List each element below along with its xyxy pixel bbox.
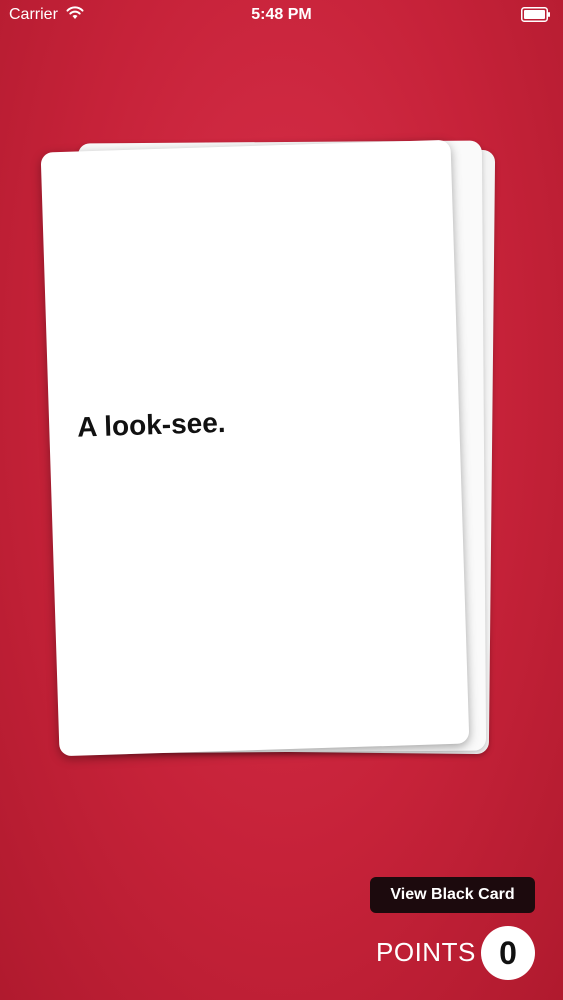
points-label: POINTS [376,937,476,967]
points-badge: 0 [481,926,535,980]
status-time: 5:48 PM [251,6,312,23]
white-card[interactable]: A look-see. [40,139,470,757]
card-text: A look-see. [76,406,227,443]
status-bar: Carrier 5:48 PM [0,0,563,30]
battery-icon [521,7,550,22]
view-black-card-button[interactable]: View Black Card [370,877,535,913]
